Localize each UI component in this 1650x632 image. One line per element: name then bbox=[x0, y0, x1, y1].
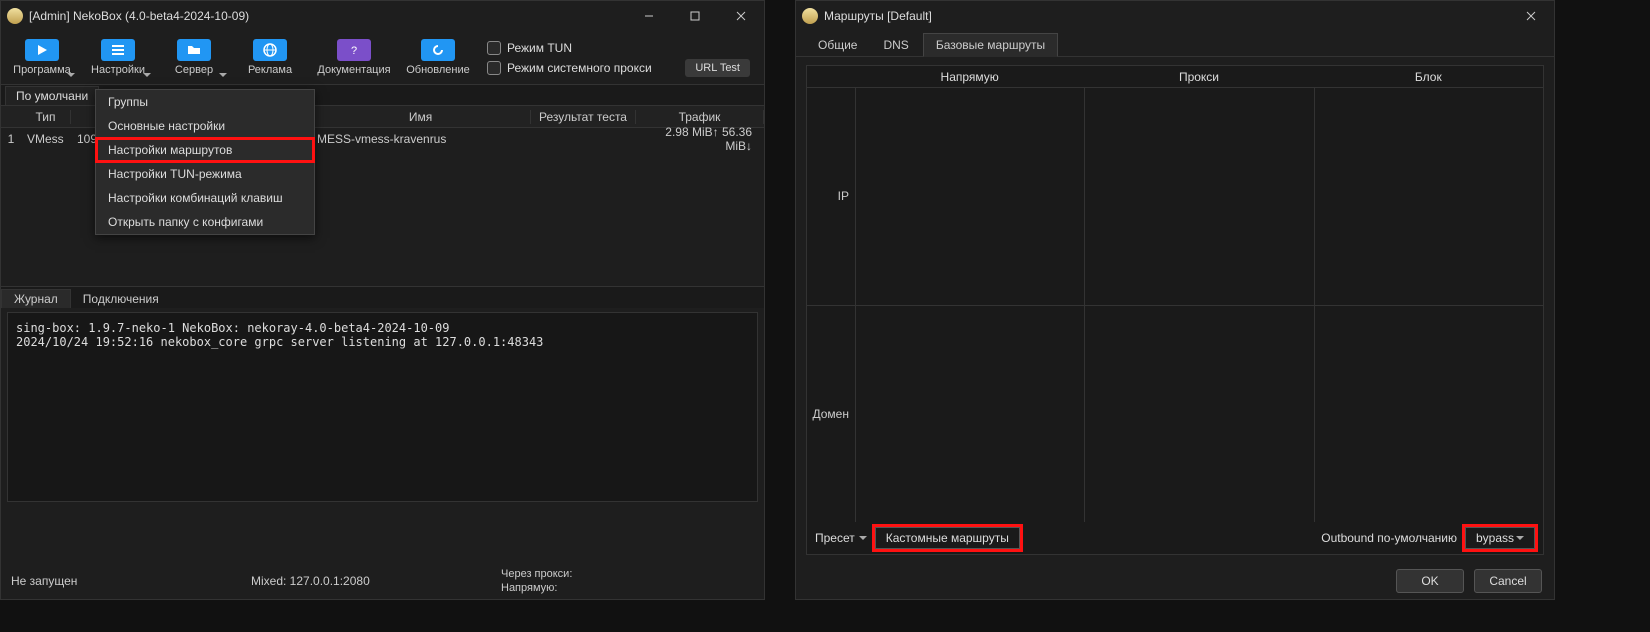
docs-button[interactable]: ? Документация bbox=[311, 35, 397, 80]
tun-mode-checkbox[interactable]: Режим TUN bbox=[487, 41, 652, 55]
cell-ip-proxy[interactable] bbox=[1084, 88, 1313, 305]
th-test[interactable]: Результат теста bbox=[531, 110, 636, 124]
preset-label[interactable]: Пресет bbox=[815, 531, 855, 545]
tab-journal[interactable]: Журнал bbox=[1, 289, 71, 308]
menu-open-config-folder[interactable]: Открыть папку с конфигами bbox=[96, 210, 314, 234]
routes-tabs: Общие DNS Базовые маршруты bbox=[796, 31, 1554, 57]
server-button[interactable]: Сервер bbox=[159, 35, 229, 80]
routes-title: Маршруты [Default] bbox=[824, 9, 1508, 23]
routes-row-ip: IP bbox=[807, 88, 1543, 306]
col-block: Блок bbox=[1314, 70, 1543, 84]
url-test-button[interactable]: URL Test bbox=[685, 59, 750, 77]
tab-general[interactable]: Общие bbox=[806, 34, 869, 56]
chevron-down-icon bbox=[859, 536, 867, 540]
program-button[interactable]: Программа bbox=[7, 35, 77, 80]
cell-ip-block[interactable] bbox=[1314, 88, 1543, 305]
menu-route-settings[interactable]: Настройки маршрутов bbox=[96, 138, 314, 162]
status-direct: Напрямую: bbox=[501, 581, 572, 595]
settings-dropdown: Группы Основные настройки Настройки марш… bbox=[95, 89, 315, 235]
group-tab-default[interactable]: По умолчани bbox=[5, 86, 99, 105]
toolbar: Программа Настройки Сервер Реклама ? Док… bbox=[1, 31, 764, 84]
app-icon bbox=[7, 8, 23, 24]
cell-domain-block[interactable] bbox=[1314, 306, 1543, 523]
routes-footer: Пресет Кастомные маршруты Outbound по-ум… bbox=[807, 522, 1543, 554]
th-type[interactable]: Тип bbox=[21, 110, 71, 124]
cell-ip-direct[interactable] bbox=[855, 88, 1084, 305]
outbound-default-select[interactable]: bypass bbox=[1465, 527, 1535, 549]
cell-domain-direct[interactable] bbox=[855, 306, 1084, 523]
folder-icon bbox=[186, 42, 202, 58]
main-titlebar: [Admin] NekoBox (4.0-beta4-2024-10-09) bbox=[1, 1, 764, 31]
question-icon: ? bbox=[346, 42, 362, 58]
cancel-button[interactable]: Cancel bbox=[1474, 569, 1542, 593]
dialog-buttons: OK Cancel bbox=[796, 563, 1554, 599]
routes-window: Маршруты [Default] Общие DNS Базовые мар… bbox=[795, 0, 1555, 600]
settings-button[interactable]: Настройки bbox=[83, 35, 153, 80]
menu-groups[interactable]: Группы bbox=[96, 90, 314, 114]
routes-titlebar: Маршруты [Default] bbox=[796, 1, 1554, 31]
main-title: [Admin] NekoBox (4.0-beta4-2024-10-09) bbox=[29, 9, 626, 23]
routes-panel: Напрямую Прокси Блок IP Домен bbox=[806, 65, 1544, 555]
routes-row-domain: Домен bbox=[807, 306, 1543, 523]
ads-button[interactable]: Реклама bbox=[235, 35, 305, 80]
refresh-icon bbox=[430, 42, 446, 58]
tab-basic-routes[interactable]: Базовые маршруты bbox=[923, 33, 1058, 57]
sysproxy-checkbox[interactable]: Режим системного прокси bbox=[487, 61, 652, 75]
status-mixed: Mixed: 127.0.0.1:2080 bbox=[251, 574, 501, 588]
tab-dns[interactable]: DNS bbox=[871, 34, 920, 56]
play-icon bbox=[34, 42, 50, 58]
col-proxy: Прокси bbox=[1084, 70, 1313, 84]
routes-columns-header: Напрямую Прокси Блок bbox=[807, 66, 1543, 88]
th-name[interactable]: Имя bbox=[311, 110, 531, 124]
outbound-default-label: Outbound по-умолчанию bbox=[1321, 531, 1457, 545]
status-proxy: Через прокси: bbox=[501, 567, 572, 581]
th-traffic[interactable]: Трафик bbox=[636, 110, 764, 124]
menu-basic-settings[interactable]: Основные настройки bbox=[96, 114, 314, 138]
close-button[interactable] bbox=[1508, 1, 1554, 31]
tab-connections[interactable]: Подключения bbox=[71, 290, 171, 308]
main-window: [Admin] NekoBox (4.0-beta4-2024-10-09) П… bbox=[0, 0, 765, 600]
checkbox-icon bbox=[487, 41, 501, 55]
app-icon bbox=[802, 8, 818, 24]
globe-icon bbox=[262, 42, 278, 58]
close-button[interactable] bbox=[718, 1, 764, 31]
log-tabs: Журнал Подключения bbox=[1, 286, 764, 308]
svg-text:?: ? bbox=[351, 45, 357, 57]
checkbox-icon bbox=[487, 61, 501, 75]
log-output[interactable]: sing-box: 1.9.7-neko-1 NekoBox: nekoray-… bbox=[7, 312, 758, 502]
sliders-icon bbox=[110, 42, 126, 58]
menu-tun-settings[interactable]: Настройки TUN-режима bbox=[96, 162, 314, 186]
update-button[interactable]: Обновление bbox=[403, 35, 473, 80]
ok-button[interactable]: OK bbox=[1396, 569, 1464, 593]
minimize-button[interactable] bbox=[626, 1, 672, 31]
cell-domain-proxy[interactable] bbox=[1084, 306, 1313, 523]
status-running: Не запущен bbox=[11, 574, 251, 588]
col-direct: Напрямую bbox=[855, 70, 1084, 84]
maximize-button[interactable] bbox=[672, 1, 718, 31]
menu-hotkey-settings[interactable]: Настройки комбинаций клавиш bbox=[96, 186, 314, 210]
statusbar: Не запущен Mixed: 127.0.0.1:2080 Через п… bbox=[1, 563, 764, 599]
custom-routes-button[interactable]: Кастомные маршруты bbox=[875, 527, 1020, 549]
chevron-down-icon bbox=[1516, 536, 1524, 540]
